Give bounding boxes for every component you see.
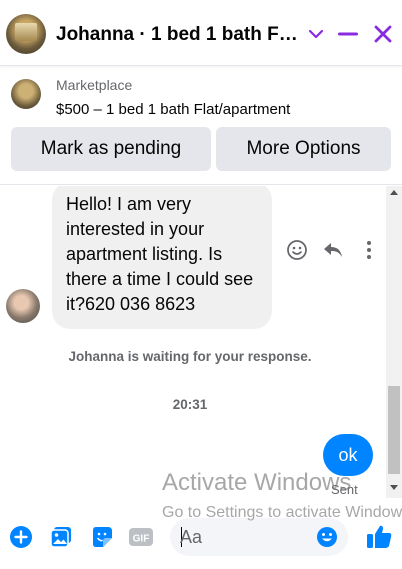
chat-scrollbar[interactable] xyxy=(386,186,402,498)
plus-circle-icon[interactable] xyxy=(8,524,34,550)
message-timestamp: 20:31 xyxy=(172,397,208,412)
thumbs-up-icon[interactable] xyxy=(364,522,394,552)
listing-description[interactable]: $500 – 1 bed 1 bath Flat/apartment xyxy=(56,101,290,118)
sender-avatar[interactable] xyxy=(6,289,40,323)
photo-icon[interactable] xyxy=(48,524,74,550)
sticker-icon[interactable] xyxy=(89,524,115,550)
outgoing-message-bubble[interactable]: ok xyxy=(323,434,373,476)
message-input[interactable] xyxy=(180,518,310,556)
listing-category: Marketplace xyxy=(56,77,133,93)
message-input-container[interactable] xyxy=(170,518,348,556)
chat-header: Johanna · 1 bed 1 bath Flat/apartment xyxy=(0,0,402,66)
contact-avatar[interactable] xyxy=(6,14,46,54)
status-notice: Johanna is waiting for your response. xyxy=(68,349,312,364)
close-icon[interactable] xyxy=(369,20,397,48)
conversation-title[interactable]: Johanna · 1 bed 1 bath Flat/apartment xyxy=(56,24,298,46)
gif-label: GIF xyxy=(133,534,150,545)
marketplace-listing: Marketplace $500 – 1 bed 1 bath Flat/apa… xyxy=(0,67,402,185)
message-thread[interactable]: Hello! I am very interested in your apar… xyxy=(0,186,402,498)
incoming-message-bubble[interactable]: Hello! I am very interested in your apar… xyxy=(52,186,272,329)
reply-icon[interactable] xyxy=(321,238,345,262)
message-composer: GIF xyxy=(0,510,402,566)
gif-icon[interactable]: GIF xyxy=(128,524,154,550)
minimize-icon[interactable] xyxy=(334,20,362,48)
scrollbar-thumb[interactable] xyxy=(388,386,400,474)
more-vertical-icon[interactable] xyxy=(357,238,381,262)
emoji-icon[interactable] xyxy=(314,524,340,550)
scroll-down-arrow-icon[interactable] xyxy=(390,485,398,490)
listing-thumbnail[interactable] xyxy=(11,79,41,109)
chevron-down-icon[interactable] xyxy=(302,20,330,48)
mark-as-pending-button[interactable]: Mark as pending xyxy=(11,127,211,171)
smile-reaction-icon[interactable] xyxy=(285,238,309,262)
scroll-up-arrow-icon[interactable] xyxy=(390,190,398,195)
sent-status: Sent xyxy=(331,482,358,497)
message-actions xyxy=(285,238,381,262)
more-options-button[interactable]: More Options xyxy=(216,127,391,171)
